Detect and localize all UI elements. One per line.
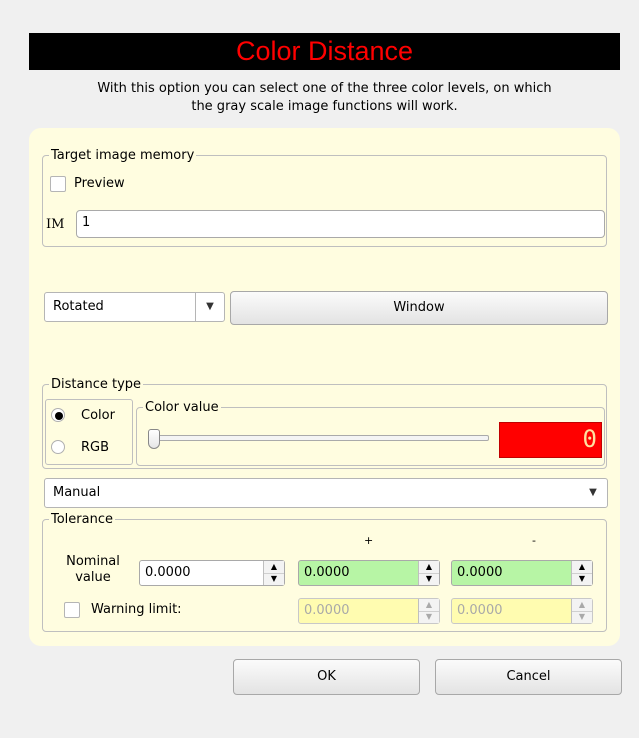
color-value-legend: Color value (145, 400, 219, 415)
plus-header: + (364, 534, 374, 547)
warning-plus-text: 0.0000 (304, 603, 350, 618)
nominal-value-label: Nominal value (53, 554, 133, 586)
target-image-memory-legend: Target image memory (51, 148, 195, 163)
spin-down-icon[interactable]: ▼ (419, 573, 439, 585)
window-button[interactable]: Window (230, 291, 608, 325)
warning-plus-spinner: ▲ ▼ (418, 599, 439, 623)
warning-minus-spinner: ▲ ▼ (571, 599, 592, 623)
rotation-selected: Rotated (53, 299, 104, 314)
nominal-value-text: 0.0000 (145, 565, 191, 580)
ok-button[interactable]: OK (233, 659, 420, 695)
nominal-label-line-2: value (75, 570, 111, 585)
description-line-2: the gray scale image functions will work… (191, 99, 458, 114)
rotation-dropdown[interactable]: Rotated ▼ (44, 292, 225, 322)
nominal-value-input[interactable]: 0.0000 ▲ ▼ (139, 560, 285, 586)
nominal-spinner: ▲ ▼ (263, 561, 284, 585)
radio-color[interactable] (51, 408, 65, 422)
tolerance-legend: Tolerance (51, 512, 113, 527)
warning-limit-label: Warning limit: (91, 602, 182, 617)
cancel-button[interactable]: Cancel (435, 659, 622, 695)
spin-down-icon[interactable]: ▼ (572, 573, 592, 585)
slider-thumb[interactable] (148, 429, 160, 449)
radio-rgb-label: RGB (81, 440, 110, 455)
mode-dropdown[interactable]: Manual ▼ (44, 478, 608, 508)
nominal-label-line-1: Nominal (66, 554, 120, 569)
color-value-slider[interactable] (149, 435, 489, 441)
chevron-down-icon: ▼ (589, 487, 597, 498)
description-line-1: With this option you can select one of t… (97, 81, 552, 96)
warning-limit-checkbox[interactable] (64, 602, 80, 618)
preview-checkbox[interactable] (50, 176, 66, 192)
minus-header: - (532, 534, 536, 547)
tolerance-minus-text: 0.0000 (457, 565, 503, 580)
radio-color-label: Color (81, 408, 115, 423)
spin-down-icon[interactable]: ▼ (572, 611, 592, 623)
im-input[interactable]: 1 (76, 210, 605, 238)
mode-selected: Manual (53, 485, 101, 500)
dialog-title: Color Distance (29, 33, 620, 70)
settings-panel: Target image memory Preview IM 1 Rotated… (29, 128, 620, 646)
spin-down-icon[interactable]: ▼ (264, 573, 284, 585)
radio-rgb[interactable] (51, 440, 65, 454)
warning-minus-input[interactable]: 0.0000 ▲ ▼ (451, 598, 593, 624)
description: With this option you can select one of t… (29, 80, 620, 116)
minus-spinner: ▲ ▼ (571, 561, 592, 585)
color-value-display: 0 (499, 422, 602, 458)
warning-minus-text: 0.0000 (457, 603, 503, 618)
tolerance-minus-input[interactable]: 0.0000 ▲ ▼ (451, 560, 593, 586)
chevron-down-icon: ▼ (195, 293, 224, 321)
im-label: IM (46, 217, 65, 232)
preview-label: Preview (74, 176, 125, 191)
distance-type-legend: Distance type (51, 377, 142, 392)
warning-plus-input[interactable]: 0.0000 ▲ ▼ (298, 598, 440, 624)
plus-spinner: ▲ ▼ (418, 561, 439, 585)
tolerance-plus-input[interactable]: 0.0000 ▲ ▼ (298, 560, 440, 586)
spin-down-icon[interactable]: ▼ (419, 611, 439, 623)
tolerance-plus-text: 0.0000 (304, 565, 350, 580)
